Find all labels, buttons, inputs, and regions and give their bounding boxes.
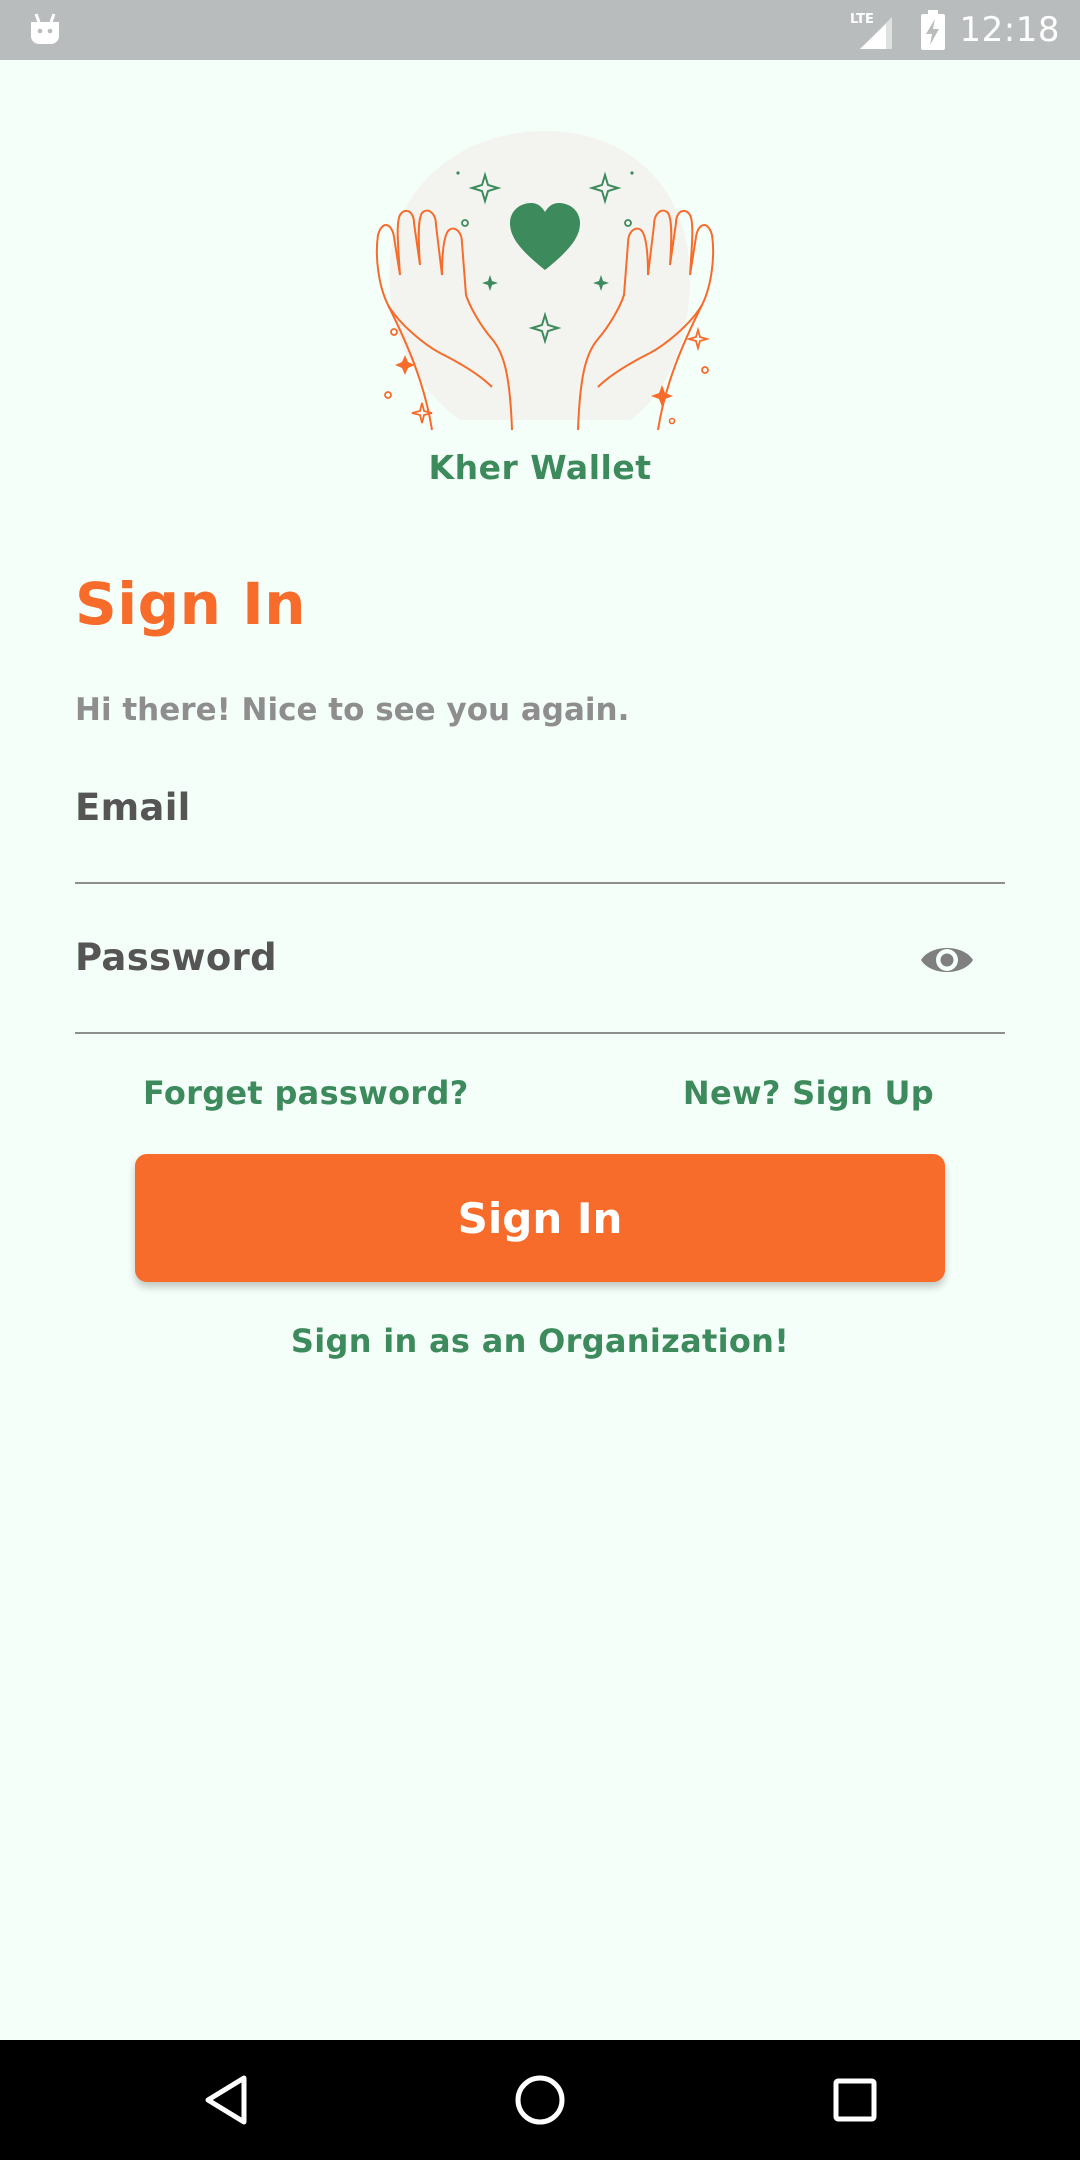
page-title: Sign In [75,570,307,638]
password-field[interactable]: Password [75,920,1005,1034]
android-icon [31,13,59,44]
email-field[interactable]: Email [75,770,1005,884]
recents-icon[interactable] [815,2060,895,2140]
sign-in-button[interactable]: Sign In [135,1154,945,1282]
password-label: Password [75,936,277,979]
email-label: Email [75,786,191,829]
svg-text:LTE: LTE [850,12,874,27]
navigation-bar [0,2040,1080,2160]
page-subtitle: Hi there! Nice to see you again. [75,692,630,728]
organization-sign-in-link[interactable]: Sign in as an Organization! [0,1322,1080,1360]
app-name: Kher Wallet [428,448,652,487]
home-icon[interactable] [500,2060,580,2140]
status-icons: LTE 12:18 [850,0,1060,60]
sign-in-screen: LTE 12:18 Kher Wallet Sign In Hi there! … [0,0,1080,2160]
forget-password-link[interactable]: Forget password? [143,1074,469,1112]
lte-signal-icon: LTE [850,12,892,49]
hands-heart-icon [375,131,715,431]
sign-in-button-label: Sign In [457,1193,623,1243]
status-bar: LTE 12:18 [0,0,1080,60]
sign-up-link[interactable]: New? Sign Up [683,1074,934,1112]
back-icon[interactable] [188,2060,268,2140]
eye-icon[interactable] [919,938,975,982]
battery-charging-icon [920,10,945,50]
status-time: 12:18 [959,10,1060,50]
